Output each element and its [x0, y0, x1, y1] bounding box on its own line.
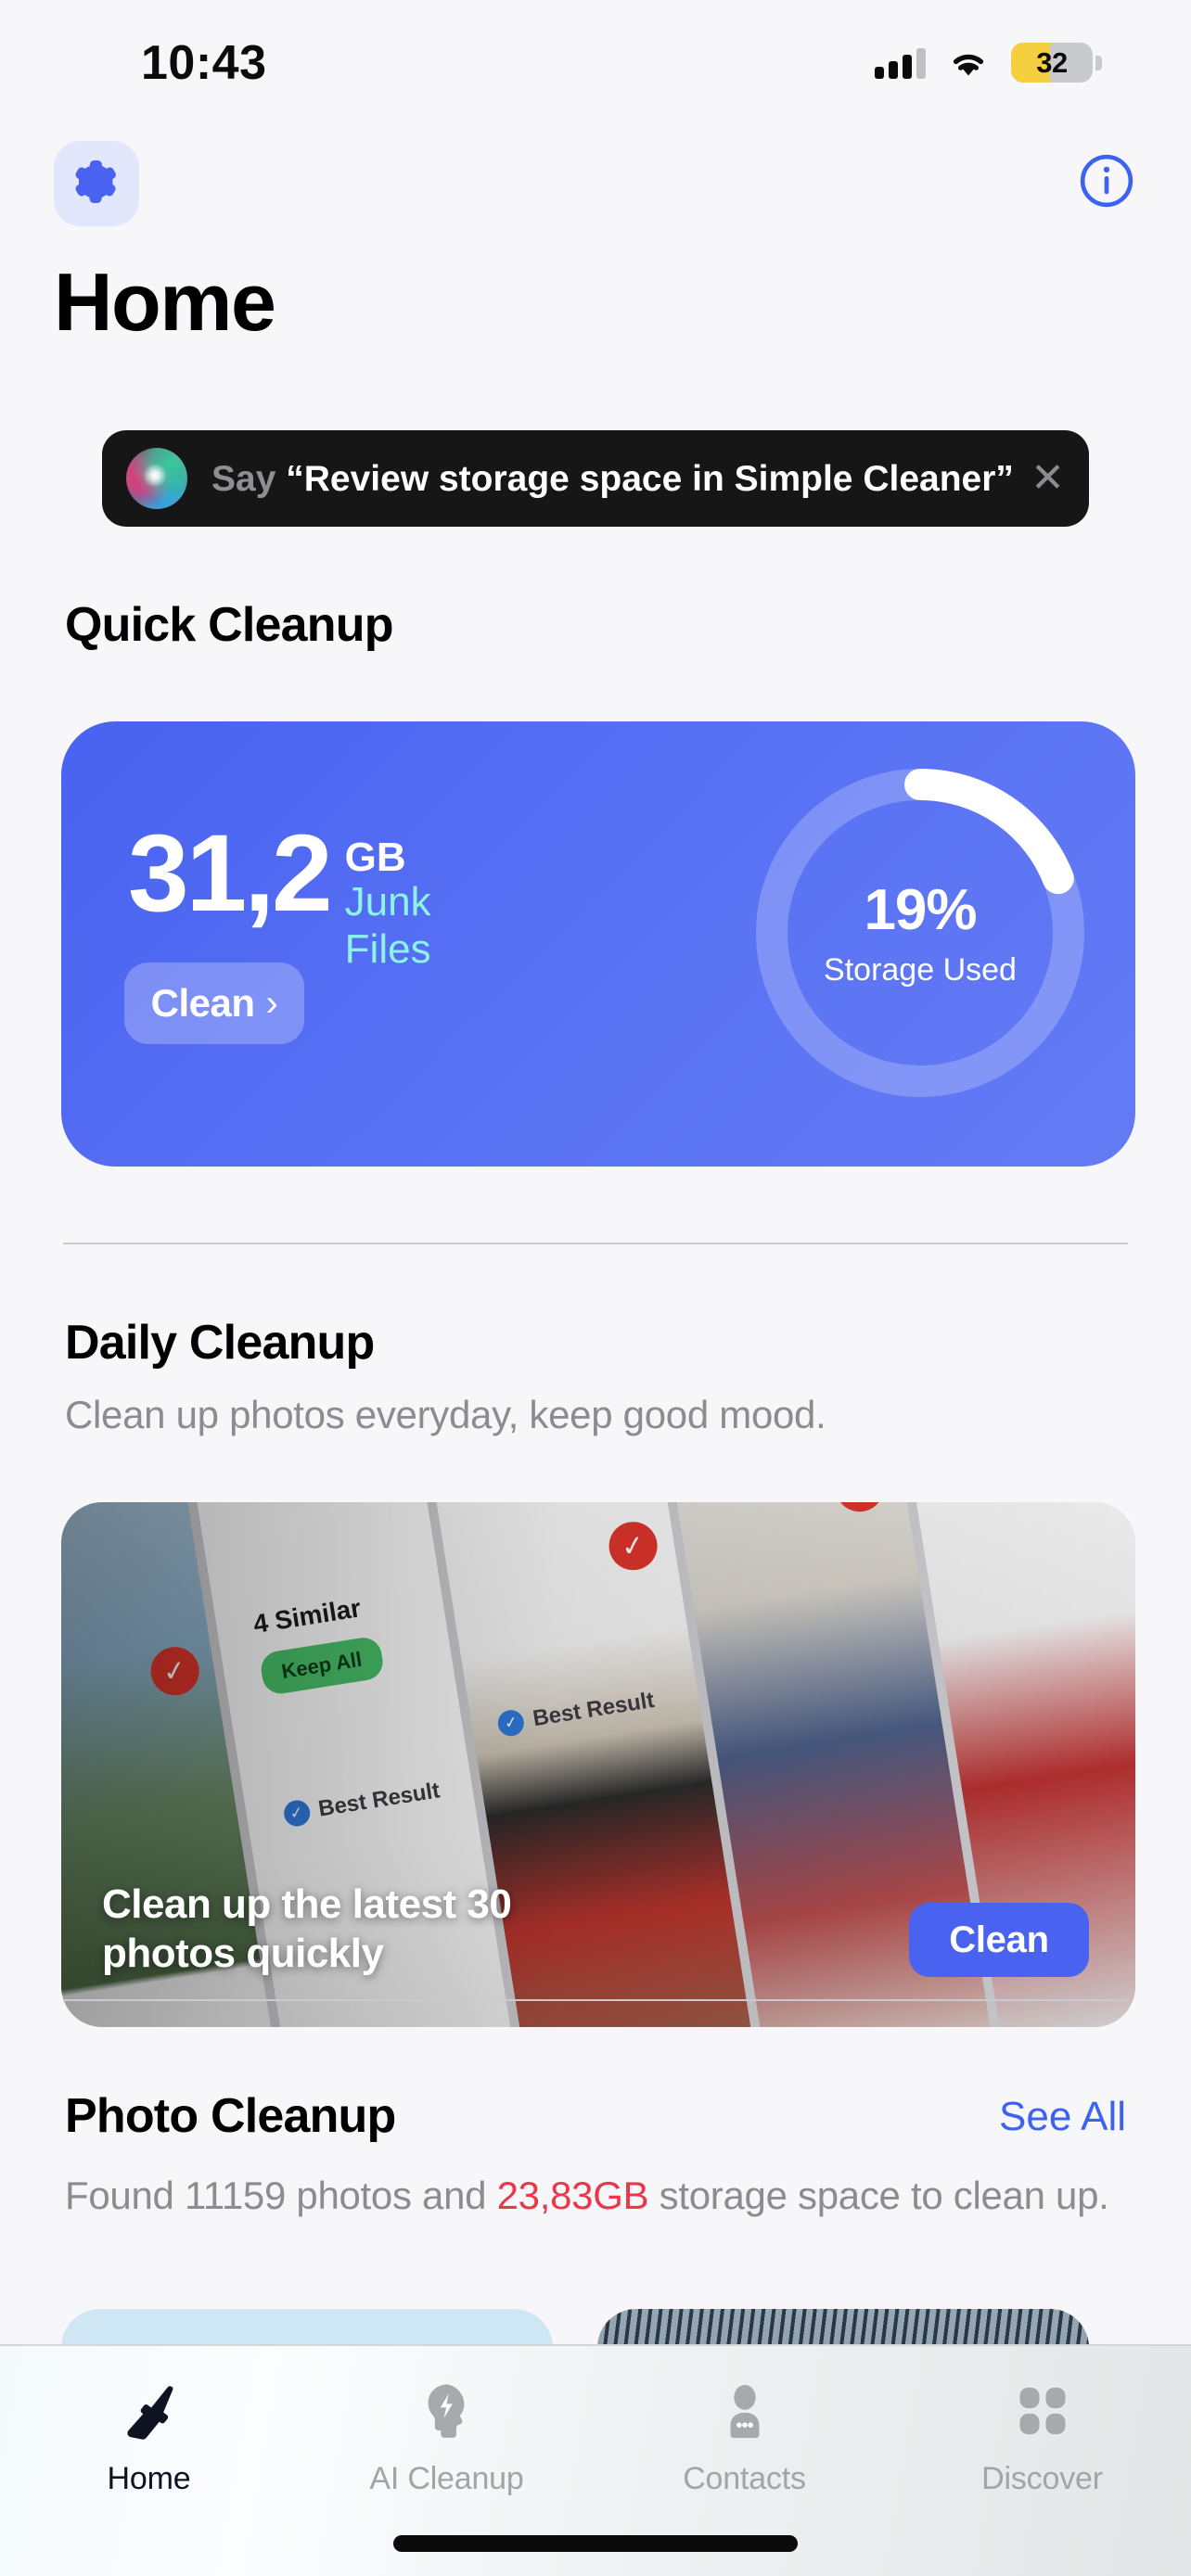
quick-cleanup-title: Quick Cleanup	[65, 598, 393, 652]
tab-home-label: Home	[107, 2461, 191, 2496]
photo-cleanup-desc-prefix: Found 11159 photos and	[65, 2174, 497, 2217]
storage-used-percent: 19%	[864, 878, 977, 942]
ai-head-bolt-icon	[415, 2378, 480, 2444]
quick-clean-label: Clean	[150, 981, 255, 1025]
tab-home[interactable]: Home	[0, 2378, 298, 2497]
quick-clean-button[interactable]: Clean ›	[124, 963, 304, 1044]
tab-ai-cleanup-label: AI Cleanup	[369, 2461, 524, 2496]
daily-clean-label: Clean	[949, 1919, 1049, 1960]
photo-cleanup-description: Found 11159 photos and 23,83GB storage s…	[65, 2170, 1132, 2221]
siri-suggestion-banner[interactable]: Say “Review storage space in Simple Clea…	[102, 430, 1089, 527]
cellular-signal-icon	[875, 47, 926, 79]
close-icon[interactable]: ✕	[1014, 458, 1065, 499]
junk-amount-value: 31,2	[128, 812, 333, 935]
daily-clean-button[interactable]: Clean	[909, 1903, 1089, 1977]
junk-amount-group: 31,2 GB Junk Files	[128, 812, 431, 973]
siri-orb-icon	[126, 448, 187, 509]
siri-suggestion-text: Say “Review storage space in Simple Clea…	[211, 461, 1014, 497]
storage-ring-chart: 19% Storage Used	[735, 747, 1106, 1118]
status-bar-time: 10:43	[141, 36, 267, 90]
grid-squares-icon	[1010, 2378, 1075, 2444]
daily-cleanup-title: Daily Cleanup	[65, 1316, 375, 1370]
see-all-link[interactable]: See All	[999, 2094, 1126, 2140]
gear-icon	[71, 157, 122, 211]
storage-used-label: Storage Used	[824, 952, 1017, 988]
person-icon	[712, 2378, 777, 2444]
app-screen: 10:43 32 Home Say “Review storage space …	[0, 0, 1191, 2576]
home-indicator	[393, 2535, 798, 2552]
status-bar-indicators: 32	[875, 43, 1102, 83]
tab-discover-label: Discover	[981, 2461, 1103, 2496]
tab-bar: Home AI Cleanup Contacts Discover	[0, 2344, 1191, 2576]
battery-icon: 32	[1011, 43, 1102, 83]
tab-discover[interactable]: Discover	[893, 2378, 1191, 2497]
settings-button[interactable]	[54, 141, 139, 226]
nav-bar	[0, 141, 1191, 226]
broom-icon	[117, 2378, 182, 2444]
page-title: Home	[54, 256, 276, 348]
photo-cleanup-desc-suffix: storage space to clean up.	[648, 2174, 1109, 2217]
chevron-right-icon: ›	[265, 983, 278, 1024]
divider-quick-daily	[63, 1243, 1128, 1244]
photo-cleanup-reclaimable: 23,83GB	[496, 2174, 649, 2217]
wifi-icon	[948, 47, 989, 79]
junk-files-label-line2: Files	[344, 925, 431, 972]
siri-prefix: Say	[211, 458, 276, 499]
junk-amount-unit: GB	[344, 835, 406, 880]
tab-contacts-label: Contacts	[683, 2461, 806, 2496]
photo-cleanup-title: Photo Cleanup	[65, 2089, 396, 2143]
info-button[interactable]	[1076, 150, 1137, 211]
junk-files-label-line1: Junk	[344, 879, 431, 925]
siri-phrase: “Review storage space in Simple Cleaner”	[286, 458, 1014, 499]
daily-cleanup-subtitle: Clean up photos everyday, keep good mood…	[65, 1393, 826, 1436]
tab-ai-cleanup[interactable]: AI Cleanup	[298, 2378, 596, 2497]
divider-daily-photo	[63, 1999, 1128, 2001]
info-circle-icon	[1076, 154, 1137, 215]
battery-percent: 32	[1036, 45, 1068, 79]
daily-cleanup-caption: Clean up the latest 30 photos quickly	[102, 1881, 512, 1977]
daily-cleanup-banner[interactable]: ✓ 4 Similar Keep All ✓ Best Result ✓ ✓ B…	[61, 1502, 1135, 2027]
tab-contacts[interactable]: Contacts	[596, 2378, 893, 2497]
status-bar: 10:43 32	[0, 0, 1191, 102]
